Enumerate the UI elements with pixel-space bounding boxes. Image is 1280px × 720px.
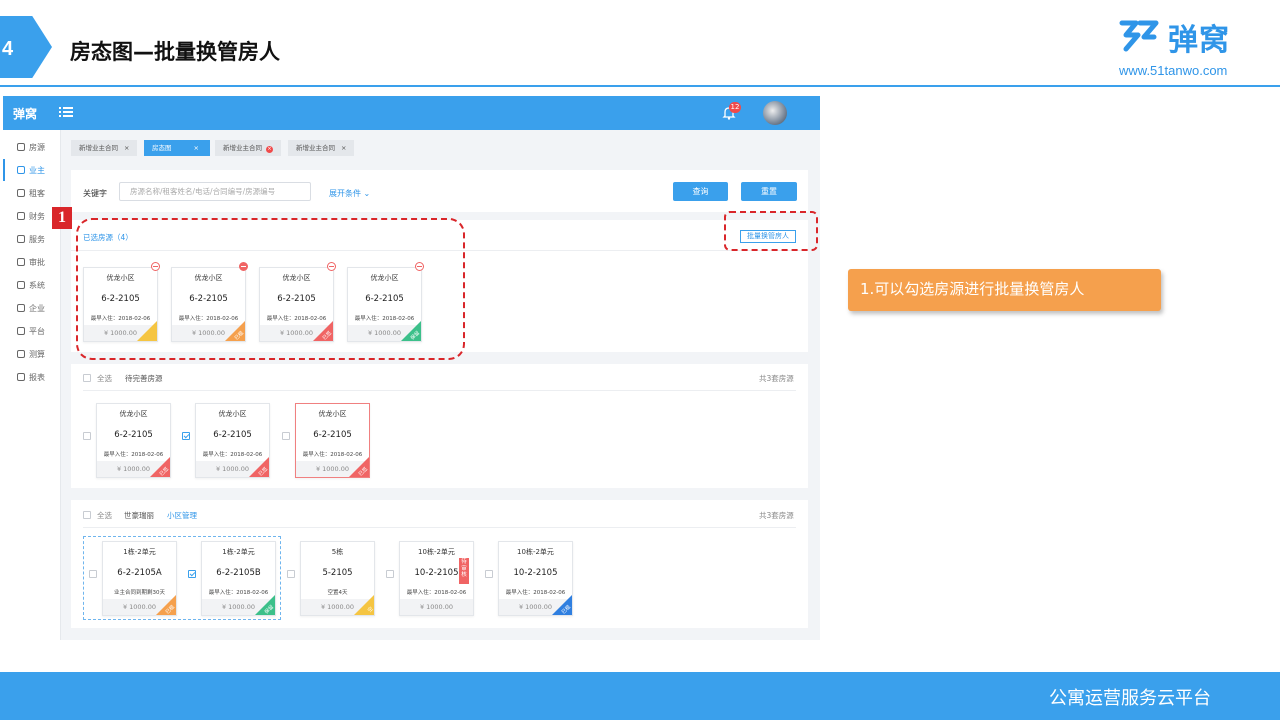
- menu-icon[interactable]: [59, 106, 73, 118]
- brand-url: www.51tanwo.com: [1119, 63, 1228, 78]
- expand-conditions-link[interactable]: 展开条件 ⌄: [329, 188, 370, 199]
- room-checkbox-checked[interactable]: [182, 432, 190, 440]
- select-all-label: 全选: [97, 511, 112, 520]
- slide-title: 房态图—批量换管房人: [70, 40, 280, 64]
- room-checkbox[interactable]: [282, 432, 290, 440]
- avatar[interactable]: [763, 101, 787, 125]
- keyword-label: 关键字: [83, 189, 107, 198]
- room-card[interactable]: 10栋-2单元 10-2-2105 最早入住：2018-02-06 ¥ 1000…: [399, 541, 474, 616]
- group-title: 世豪瑞丽: [124, 511, 154, 520]
- sidebar-item-cesuan[interactable]: 测算: [3, 343, 61, 365]
- tab-room-status[interactable]: 房态图 ×: [144, 140, 210, 156]
- group-count: 共3套房源: [759, 374, 794, 383]
- room-card[interactable]: 优龙小区 6-2-2105 最早入住：2018-02-06 ¥ 1000.00 …: [195, 403, 270, 478]
- settings-icon: [17, 281, 25, 289]
- room-checkbox-checked[interactable]: [188, 570, 196, 578]
- room-group-panel: [71, 364, 808, 488]
- service-icon: [17, 235, 25, 243]
- brand-logo-icon: [1119, 20, 1159, 52]
- tenant-icon: [17, 189, 25, 197]
- select-all-label: 全选: [97, 374, 112, 383]
- search-input[interactable]: 房源名称/租客姓名/电话/合同编号/房源编号: [119, 182, 311, 201]
- group-count: 共3套房源: [759, 511, 794, 520]
- pending-review-tag: 待审核: [459, 558, 469, 584]
- batch-button-highlight: [724, 211, 818, 251]
- close-icon[interactable]: ×: [266, 146, 273, 153]
- room-checkbox[interactable]: [89, 570, 97, 578]
- report-icon: [17, 373, 25, 381]
- reset-button[interactable]: 重置: [741, 182, 797, 201]
- company-icon: [17, 304, 25, 312]
- room-checkbox[interactable]: [83, 432, 91, 440]
- divider: [83, 527, 796, 528]
- close-icon[interactable]: ×: [194, 144, 199, 152]
- home-icon: [17, 143, 25, 151]
- room-card[interactable]: 5栋 5-2105 空置4天 ¥ 1000.00 空: [300, 541, 375, 616]
- app-topbar: 弹窝 12: [3, 96, 820, 130]
- step-marker: 1: [52, 207, 72, 229]
- selected-rooms-highlight: [76, 218, 465, 360]
- group-title: 待完善房源: [125, 374, 163, 383]
- notification-badge: 12: [729, 102, 741, 113]
- calc-icon: [17, 350, 25, 358]
- platform-icon: [17, 327, 25, 335]
- divider: [83, 390, 796, 391]
- sidebar-item-fuwu[interactable]: 服务: [3, 228, 61, 250]
- sidebar-item-shenpi[interactable]: 审批: [3, 251, 61, 273]
- sidebar-item-zuke[interactable]: 租客: [3, 182, 61, 204]
- room-card[interactable]: 10栋-2单元 10-2-2105 最早入住：2018-02-06 ¥ 1000…: [498, 541, 573, 616]
- sidebar-item-pingtai[interactable]: 平台: [3, 320, 61, 342]
- room-checkbox[interactable]: [287, 570, 295, 578]
- room-card[interactable]: 1栋-2单元 6-2-2105A 业主合同到期剩30天 ¥ 1000.00 已租: [102, 541, 177, 616]
- footer-text: 公寓运营服务云平台: [1049, 688, 1211, 709]
- close-icon[interactable]: ×: [341, 144, 346, 152]
- room-card[interactable]: 1栋-2单元 6-2-2105B 最早入住：2018-02-06 ¥ 1000.…: [201, 541, 276, 616]
- tab-owner-contract-1[interactable]: 新增业主合同 ×: [71, 140, 138, 156]
- user-icon: [17, 166, 25, 174]
- select-all-checkbox[interactable]: [83, 511, 91, 519]
- app-window: 弹窝 12 房源 业主 租客 财务 服务 审批 系统 企业 平台 测算 报表 新…: [3, 96, 820, 640]
- step-number: 4: [2, 38, 14, 60]
- tab-owner-contract-3[interactable]: 新增业主合同 ×: [288, 140, 355, 156]
- room-checkbox[interactable]: [386, 570, 394, 578]
- chevron-down-icon: ⌄: [363, 189, 371, 198]
- sidebar-item-xitong[interactable]: 系统: [3, 274, 61, 296]
- close-icon[interactable]: ×: [124, 144, 129, 152]
- select-all-checkbox[interactable]: [83, 374, 91, 382]
- room-checkbox[interactable]: [485, 570, 493, 578]
- header-divider: [0, 85, 1280, 87]
- sidebar-item-qiye[interactable]: 企业: [3, 297, 61, 319]
- room-card[interactable]: 优龙小区 6-2-2105 最早入住：2018-02-06 ¥ 1000.00 …: [96, 403, 171, 478]
- tab-owner-contract-2[interactable]: 新增业主合同 ×: [215, 140, 281, 156]
- sidebar-item-baobiao[interactable]: 报表: [3, 366, 61, 388]
- callout-note: 1.可以勾选房源进行批量换管房人: [848, 269, 1161, 311]
- brand-logo-text: 弹窝: [1168, 23, 1230, 58]
- room-card[interactable]: 优龙小区 6-2-2105 最早入住：2018-02-06 ¥ 1000.00 …: [295, 403, 370, 478]
- community-manage-link[interactable]: 小区管理: [167, 510, 197, 521]
- sidebar-item-yezhu[interactable]: 业主: [3, 159, 61, 181]
- approval-icon: [17, 258, 25, 266]
- app-logo[interactable]: 弹窝: [13, 105, 37, 122]
- finance-icon: [17, 212, 25, 220]
- query-button[interactable]: 查询: [673, 182, 728, 201]
- sidebar-item-fangyuan[interactable]: 房源: [3, 136, 61, 158]
